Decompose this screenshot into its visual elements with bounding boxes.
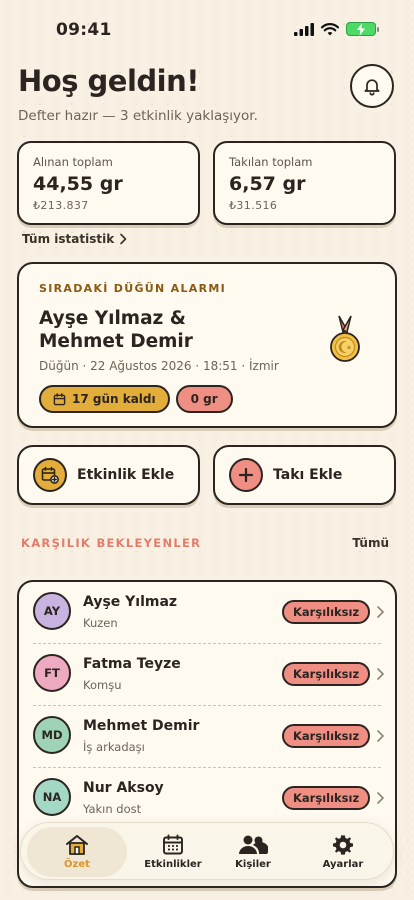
page-title: Hoş geldin! xyxy=(18,64,200,98)
bottom-tab-bar: Özet Etkinlikler Kişiler Ayarlar xyxy=(20,822,394,880)
tab-label: Özet xyxy=(64,859,90,870)
given-total-label: Takılan toplam xyxy=(229,155,313,169)
person-name: Ayşe Yılmaz xyxy=(83,594,178,610)
pending-see-all-link[interactable]: Tümü xyxy=(352,536,389,550)
wifi-icon xyxy=(321,22,339,35)
plus-icon xyxy=(238,467,254,483)
days-left-badge: 17 gün kaldı xyxy=(39,385,170,413)
chevron-right-icon xyxy=(377,792,384,804)
next-wedding-alarm-card[interactable]: SIRADAKİ DÜĞÜN ALARMI Ayşe Yılmaz & Mehm… xyxy=(17,262,397,428)
chevron-right-icon xyxy=(377,730,384,742)
status-time: 09:41 xyxy=(56,20,112,40)
add-jewelry-label: Takı Ekle xyxy=(273,467,343,483)
gear-icon xyxy=(333,835,353,855)
calendar-add-icon xyxy=(41,466,59,484)
avatar: AY xyxy=(33,592,71,630)
person-relation: Komşu xyxy=(83,678,122,692)
chevron-right-icon xyxy=(120,233,127,245)
tab-ayarlar[interactable]: Ayarlar xyxy=(311,823,375,881)
add-jewelry-button[interactable]: Takı Ekle xyxy=(213,445,396,505)
person-relation: İş arkadaşı xyxy=(83,740,145,754)
all-statistics-link[interactable]: Tüm istatistik xyxy=(22,232,128,246)
person-relation: Yakın dost xyxy=(83,802,142,816)
status-icons xyxy=(294,22,379,36)
status-badge: Karşılıksız xyxy=(282,662,371,686)
given-total-value: 6,57 gr xyxy=(229,173,306,195)
add-event-icon-wrap xyxy=(33,458,67,492)
gold-amount-badge: 0 gr xyxy=(175,385,233,413)
days-left-text: 17 gün kaldı xyxy=(72,392,156,406)
tab-label: Kişiler xyxy=(235,859,271,870)
page-subtitle: Defter hazır — 3 etkinlik yaklaşıyor. xyxy=(18,108,258,124)
cellular-signal-icon xyxy=(294,22,314,36)
person-name: Mehmet Demir xyxy=(83,718,200,734)
tab-kisiler[interactable]: Kişiler xyxy=(221,823,285,881)
add-event-label: Etkinlik Ekle xyxy=(77,467,175,483)
chevron-right-icon xyxy=(377,668,384,680)
avatar: FT xyxy=(33,654,71,692)
calendar-icon xyxy=(53,392,66,405)
status-bar: 09:41 xyxy=(0,0,414,56)
avatar: NA xyxy=(33,778,71,816)
received-total-money: ₺213.837 xyxy=(33,199,89,212)
bell-icon xyxy=(364,79,380,96)
all-statistics-label: Tüm istatistik xyxy=(22,232,115,246)
given-total-card[interactable]: Takılan toplam 6,57 gr ₺31.516 xyxy=(213,141,396,225)
list-item[interactable]: AY Ayşe Yılmaz Kuzen Karşılıksız xyxy=(19,582,395,644)
list-item[interactable]: NA Nur Aksoy Yakın dost Karşılıksız xyxy=(19,768,395,830)
person-name: Nur Aksoy xyxy=(83,780,164,796)
home-icon xyxy=(66,835,88,855)
status-badge: Karşılıksız xyxy=(282,724,371,748)
calendar-icon xyxy=(163,834,183,855)
chevron-right-icon xyxy=(377,606,384,618)
alarm-kicker: SIRADAKİ DÜĞÜN ALARMI xyxy=(39,282,226,295)
person-name: Fatma Teyze xyxy=(83,656,181,672)
tab-label: Etkinlikler xyxy=(144,859,202,870)
tab-etkinlikler[interactable]: Etkinlikler xyxy=(133,823,213,881)
gold-coin-medal-icon xyxy=(330,315,360,362)
battery-charging-icon xyxy=(346,22,379,36)
status-badge: Karşılıksız xyxy=(282,600,371,624)
add-event-button[interactable]: Etkinlik Ekle xyxy=(17,445,200,505)
received-total-label: Alınan toplam xyxy=(33,155,113,169)
list-item[interactable]: MD Mehmet Demir İş arkadaşı Karşılıksız xyxy=(19,706,395,768)
tab-label: Ayarlar xyxy=(322,859,364,870)
received-total-card[interactable]: Alınan toplam 44,55 gr ₺213.837 xyxy=(17,141,200,225)
person-relation: Kuzen xyxy=(83,616,118,630)
alarm-badges: 17 gün kaldı 0 gr xyxy=(39,385,375,413)
avatar: MD xyxy=(33,716,71,754)
received-total-value: 44,55 gr xyxy=(33,173,123,195)
list-item[interactable]: FT Fatma Teyze Komşu Karşılıksız xyxy=(19,644,395,706)
people-icon xyxy=(239,835,268,854)
add-jewelry-icon-wrap xyxy=(229,458,263,492)
pending-section-title: KARŞILIK BEKLEYENLER xyxy=(21,536,202,550)
notifications-button[interactable] xyxy=(350,64,394,108)
tab-ozet[interactable]: Özet xyxy=(27,827,127,877)
given-total-money: ₺31.516 xyxy=(229,199,278,212)
status-badge: Karşılıksız xyxy=(282,786,371,810)
